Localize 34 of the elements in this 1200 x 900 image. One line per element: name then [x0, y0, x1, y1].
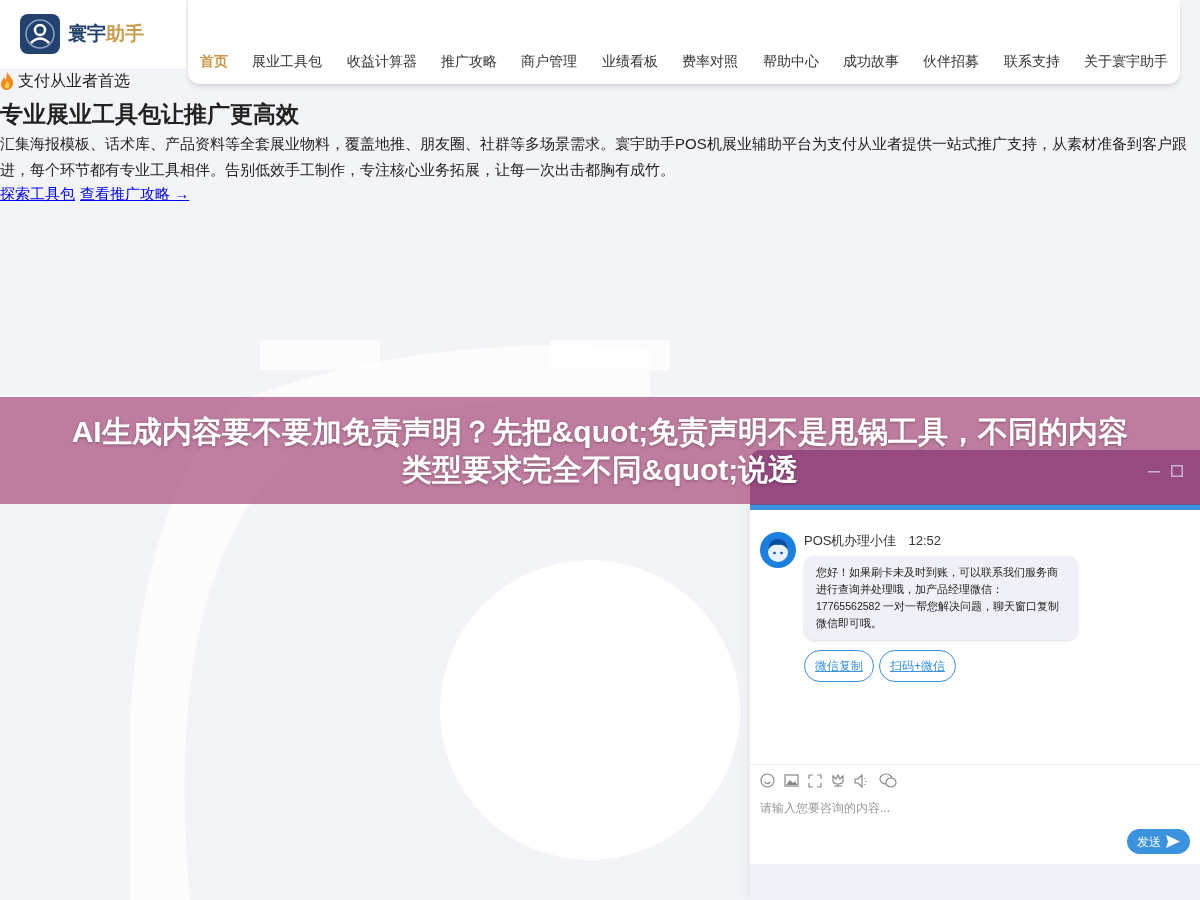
agent-avatar-icon	[760, 532, 796, 568]
message-bubble: 您好！如果刷卡未及时到账，可以联系我们服务商进行查询并处理哦，加产品经理微信：17765562582 一对一帮您解决问题，聊天窗口复制微信即可哦。	[804, 556, 1078, 640]
nav-link[interactable]: 收益计算器	[346, 51, 417, 72]
send-icon	[1166, 835, 1180, 848]
flame-icon	[0, 72, 14, 90]
speaker-icon[interactable]	[854, 773, 870, 788]
nav-link[interactable]: 业绩看板	[601, 51, 658, 72]
image-icon[interactable]	[784, 774, 799, 787]
message-input-field[interactable]: 请输入您要咨询的内容...	[760, 798, 1127, 818]
sender-name: POS机办理小佳	[804, 532, 897, 550]
screenshot-icon[interactable]	[808, 773, 822, 788]
emoji-icon[interactable]	[760, 773, 775, 788]
nav-link[interactable]: 关于寰宇助手	[1083, 51, 1168, 72]
banner-title: AI生成内容要不要加免责声明？先把&quot;免责声明不是甩锅工具，不同的内容类型要求完全不同&quot;说透	[70, 413, 1130, 488]
nav-link[interactable]: 费率对照	[682, 51, 739, 72]
nav-link[interactable]: 成功故事	[842, 51, 899, 72]
hero-link[interactable]: 探索工具包	[0, 183, 75, 205]
hero-link[interactable]: 查看推广攻略 →	[80, 183, 190, 205]
minimize-icon[interactable]	[1148, 471, 1160, 473]
nav-link[interactable]: 展业工具包	[252, 51, 323, 72]
nav-link[interactable]: 推广攻略	[441, 51, 498, 72]
nav-link[interactable]: 帮助中心	[762, 51, 819, 72]
nav-link[interactable]: 联系支持	[1003, 51, 1060, 72]
hero-description: 汇集海报模板、话术库、产品资料等全套展业物料，覆盖地推、朋友圈、社群等多场景需求。寰宇助手POS机展业辅助平台为支付从业者提供一站式推广支持，从素材准备到客户跟进，每个环节都有专业工具相伴。告别低效手工制作，专注核心业务拓展，让每一次出击都胸有成竹。	[0, 134, 1188, 180]
tagline-text: 支付从业者首选	[18, 71, 130, 91]
chat-bubbles-icon[interactable]	[879, 773, 897, 788]
nav-link[interactable]: 伙伴招募	[923, 51, 980, 72]
user-logo-icon	[20, 14, 60, 54]
maximize-icon[interactable]	[1171, 465, 1183, 477]
flower-icon[interactable]	[831, 773, 845, 788]
nav-link[interactable]: 商户管理	[521, 51, 578, 72]
message-time: 12:52	[908, 532, 941, 550]
brand-name: 寰宇助手	[68, 21, 144, 46]
hero-heading: 专业展业工具包让推广更高效	[0, 100, 300, 129]
